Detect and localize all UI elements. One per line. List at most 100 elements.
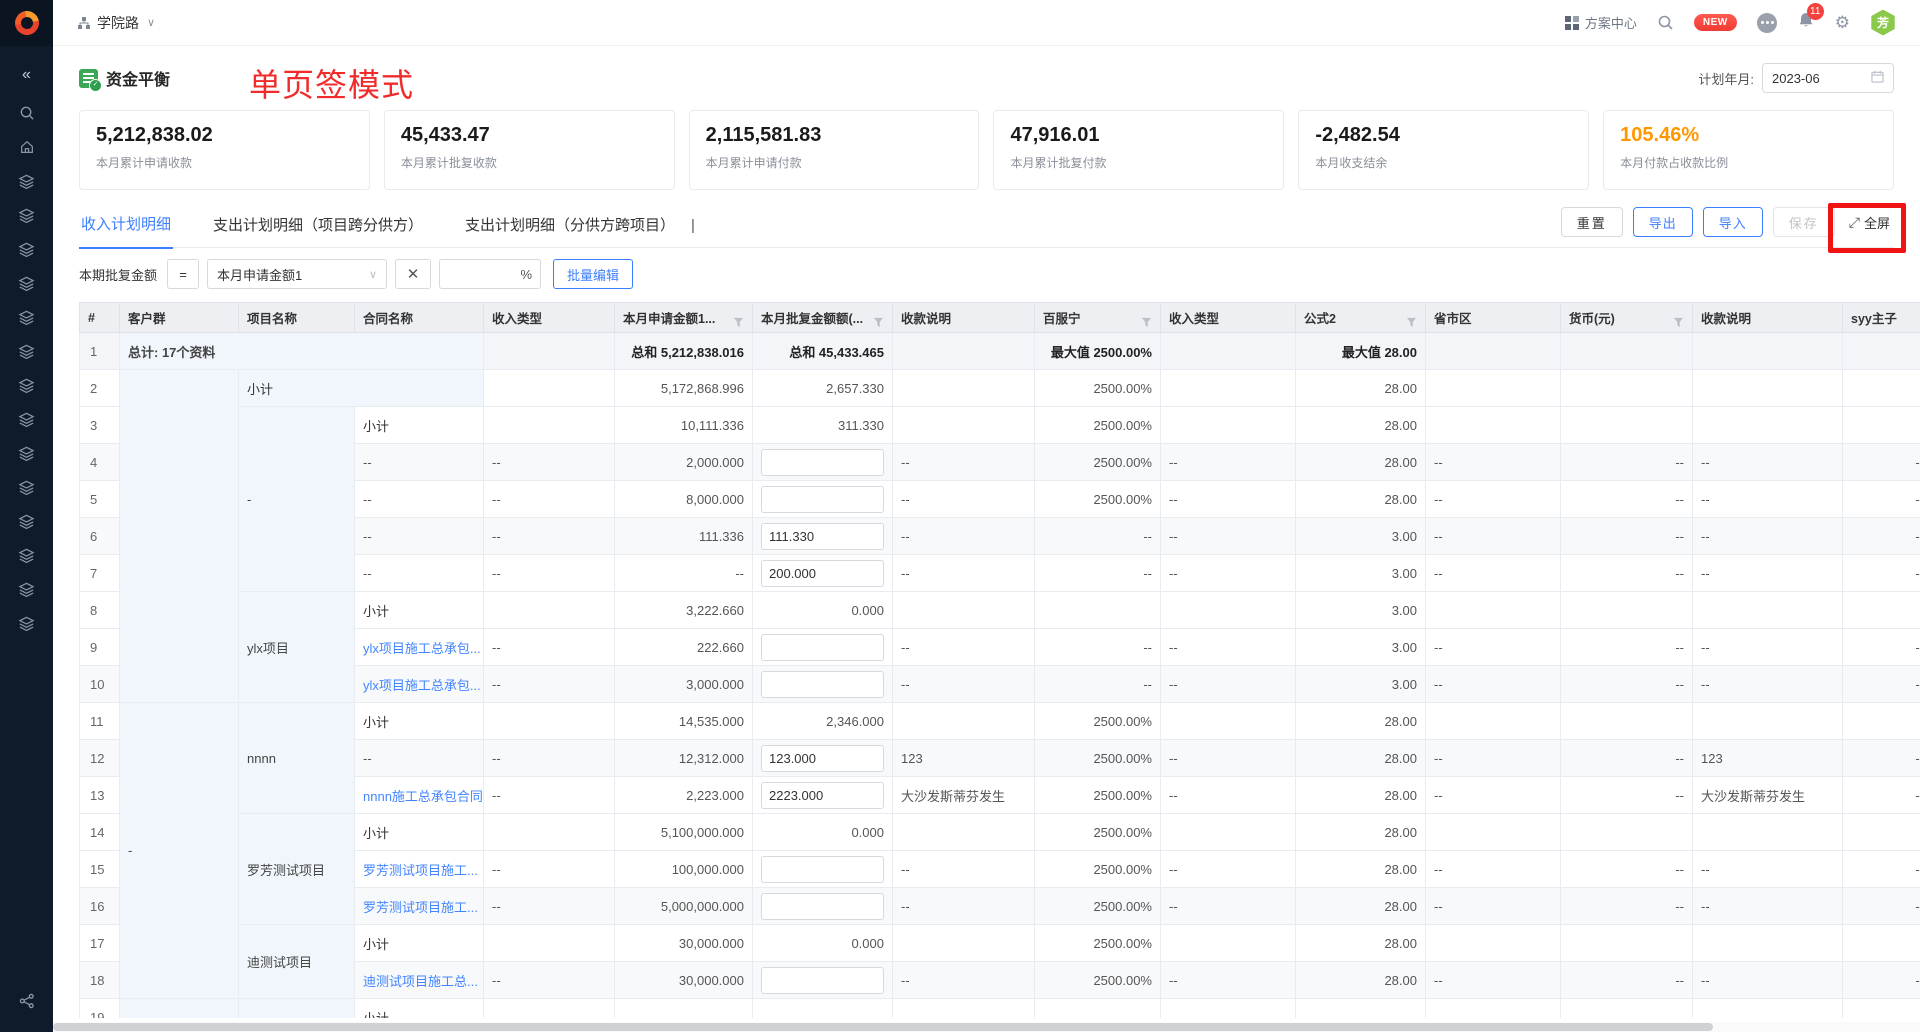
filter-funnel-icon[interactable] bbox=[1673, 317, 1684, 328]
org-name: 学院路 bbox=[97, 13, 139, 33]
contract-link[interactable]: 罗芳测试项目施工... bbox=[363, 863, 478, 878]
table-cell: -- bbox=[484, 777, 615, 814]
table-cell: -- bbox=[1426, 629, 1561, 666]
table-cell: 3.00 bbox=[1296, 518, 1426, 555]
table-cell: 3.00 bbox=[1296, 629, 1426, 666]
settings-button[interactable]: ⚙ bbox=[1835, 13, 1850, 33]
sidebar-item-layers-icon[interactable] bbox=[9, 470, 45, 504]
sidebar-item-layers-icon[interactable] bbox=[9, 368, 45, 402]
approve-amount-input[interactable] bbox=[761, 782, 884, 809]
horizontal-scrollbar[interactable] bbox=[53, 1023, 1713, 1031]
chat-icon[interactable] bbox=[1757, 13, 1777, 33]
export-button[interactable]: 导出 bbox=[1633, 207, 1693, 237]
cell-amount-input-wrap bbox=[753, 629, 893, 666]
table-cell: 28.00 bbox=[1296, 814, 1426, 851]
sidebar-item-layers-icon[interactable] bbox=[9, 164, 45, 198]
column-header-apply: 本月申请金额1... bbox=[615, 303, 753, 333]
table-cell: -- bbox=[1843, 777, 1920, 814]
sidebar-item-flow-icon[interactable] bbox=[9, 984, 45, 1018]
app-logo[interactable] bbox=[0, 0, 53, 46]
table-cell: 28.00 bbox=[1296, 925, 1426, 962]
contract-link[interactable]: nnnn施工总承包合同 bbox=[363, 789, 483, 804]
approve-amount-input[interactable] bbox=[761, 893, 884, 920]
sidebar-item-layers-icon[interactable] bbox=[9, 504, 45, 538]
table-row: 8ylx项目小计3,222.6600.0003.00 bbox=[80, 592, 1920, 629]
tab-1[interactable]: 支出计划明细（项目跨分供方） bbox=[211, 204, 425, 248]
column-header-project: 项目名称 bbox=[239, 303, 355, 333]
sidebar-item-layers-icon[interactable] bbox=[9, 606, 45, 640]
approve-amount-input[interactable] bbox=[761, 856, 884, 883]
table-cell: 小计 bbox=[355, 407, 484, 444]
filter-funnel-icon[interactable] bbox=[733, 317, 744, 328]
percent-input[interactable] bbox=[448, 267, 518, 282]
column-header-baifuning: 百服宁 bbox=[1035, 303, 1161, 333]
table-cell: -- bbox=[1426, 481, 1561, 518]
table-cell: 2500.00% bbox=[1035, 925, 1161, 962]
cell-amount-input-wrap bbox=[753, 666, 893, 703]
table-cell bbox=[1843, 703, 1920, 740]
sidebar-item-home-icon[interactable] bbox=[9, 130, 45, 164]
table-cell: -- bbox=[355, 518, 484, 555]
approve-amount-input[interactable] bbox=[761, 523, 884, 550]
sidebar-item-layers-icon[interactable] bbox=[9, 402, 45, 436]
plan-center-button[interactable]: 方案中心 bbox=[1565, 13, 1637, 32]
contract-link[interactable]: 罗芳测试项目施工... bbox=[363, 900, 478, 915]
sidebar-item-layers-icon[interactable] bbox=[9, 232, 45, 266]
table-cell: -- bbox=[1161, 962, 1296, 999]
sidebar-item-layers-icon[interactable] bbox=[9, 538, 45, 572]
tab-2[interactable]: 支出计划明细（分供方跨项目） bbox=[463, 204, 677, 248]
approve-amount-input[interactable] bbox=[761, 486, 884, 513]
sidebar-item-layers-icon[interactable] bbox=[9, 572, 45, 606]
plan-month-picker[interactable]: 2023-06 bbox=[1762, 63, 1894, 93]
save-button[interactable]: 保存 bbox=[1773, 207, 1835, 237]
sidebar-item-layers-icon[interactable] bbox=[9, 334, 45, 368]
reset-button[interactable]: 重置 bbox=[1561, 207, 1623, 237]
approve-amount-input[interactable] bbox=[761, 560, 884, 587]
filter-funnel-icon[interactable] bbox=[1141, 317, 1152, 328]
sidebar-item-layers-icon[interactable] bbox=[9, 198, 45, 232]
table-cell bbox=[120, 999, 239, 1019]
clear-filter-button[interactable]: ✕ bbox=[395, 259, 431, 289]
new-badge[interactable]: NEW bbox=[1694, 14, 1737, 31]
fullscreen-button[interactable]: ⤢ 全屏 bbox=[1845, 213, 1894, 232]
approve-amount-input[interactable] bbox=[761, 967, 884, 994]
table-cell: -- bbox=[484, 629, 615, 666]
avatar[interactable]: 芳 bbox=[1870, 10, 1896, 36]
table-cell: 14,535.000 bbox=[615, 703, 753, 740]
contract-link[interactable]: ylx项目施工总承包... bbox=[363, 641, 481, 656]
sidebar-item-collapse-icon[interactable]: « bbox=[9, 58, 45, 92]
table-cell: 2,000.000 bbox=[615, 444, 753, 481]
import-button[interactable]: 导入 bbox=[1703, 207, 1763, 237]
tab-0[interactable]: 收入计划明细 bbox=[79, 203, 173, 249]
filter-bar: 本期批复金额 = 本月申请金额1 ∨ ✕ % 批量编辑 bbox=[79, 258, 1894, 290]
percent-suffix: % bbox=[520, 267, 532, 282]
calendar-icon bbox=[1871, 70, 1884, 86]
table-cell: - bbox=[239, 407, 355, 592]
operator-box[interactable]: = bbox=[167, 259, 199, 289]
sidebar-item-layers-icon[interactable] bbox=[9, 436, 45, 470]
table-cell: 28.00 bbox=[1296, 370, 1426, 407]
table-cell: 100,000.000 bbox=[615, 851, 753, 888]
search-button[interactable] bbox=[1657, 14, 1674, 31]
sidebar-item-search-icon[interactable] bbox=[9, 96, 45, 130]
approve-amount-input[interactable] bbox=[761, 634, 884, 661]
sidebar-item-layers-icon[interactable] bbox=[9, 266, 45, 300]
notifications-button[interactable]: 11 bbox=[1797, 11, 1815, 34]
contract-link[interactable]: ylx项目施工总承包... bbox=[363, 678, 481, 693]
sidebar-item-layers-icon[interactable] bbox=[9, 300, 45, 334]
batch-edit-button[interactable]: 批量编辑 bbox=[553, 259, 633, 289]
approve-amount-input[interactable] bbox=[761, 449, 884, 476]
table-cell: 3,000.000 bbox=[615, 666, 753, 703]
approve-amount-input[interactable] bbox=[761, 671, 884, 698]
org-switcher[interactable]: 学院路 ∨ bbox=[77, 13, 155, 33]
table-cell bbox=[1426, 592, 1561, 629]
filter-funnel-icon[interactable] bbox=[1406, 317, 1417, 328]
table-cell: -- bbox=[1161, 666, 1296, 703]
filter-funnel-icon[interactable] bbox=[873, 317, 884, 328]
approve-amount-input[interactable] bbox=[761, 745, 884, 772]
filter-select[interactable]: 本月申请金额1 ∨ bbox=[207, 259, 387, 289]
table-cell: 222.660 bbox=[615, 629, 753, 666]
table-cell: 2500.00% bbox=[1035, 888, 1161, 925]
contract-link[interactable]: 迪测试项目施工总... bbox=[363, 974, 478, 989]
table-cell bbox=[1693, 814, 1843, 851]
